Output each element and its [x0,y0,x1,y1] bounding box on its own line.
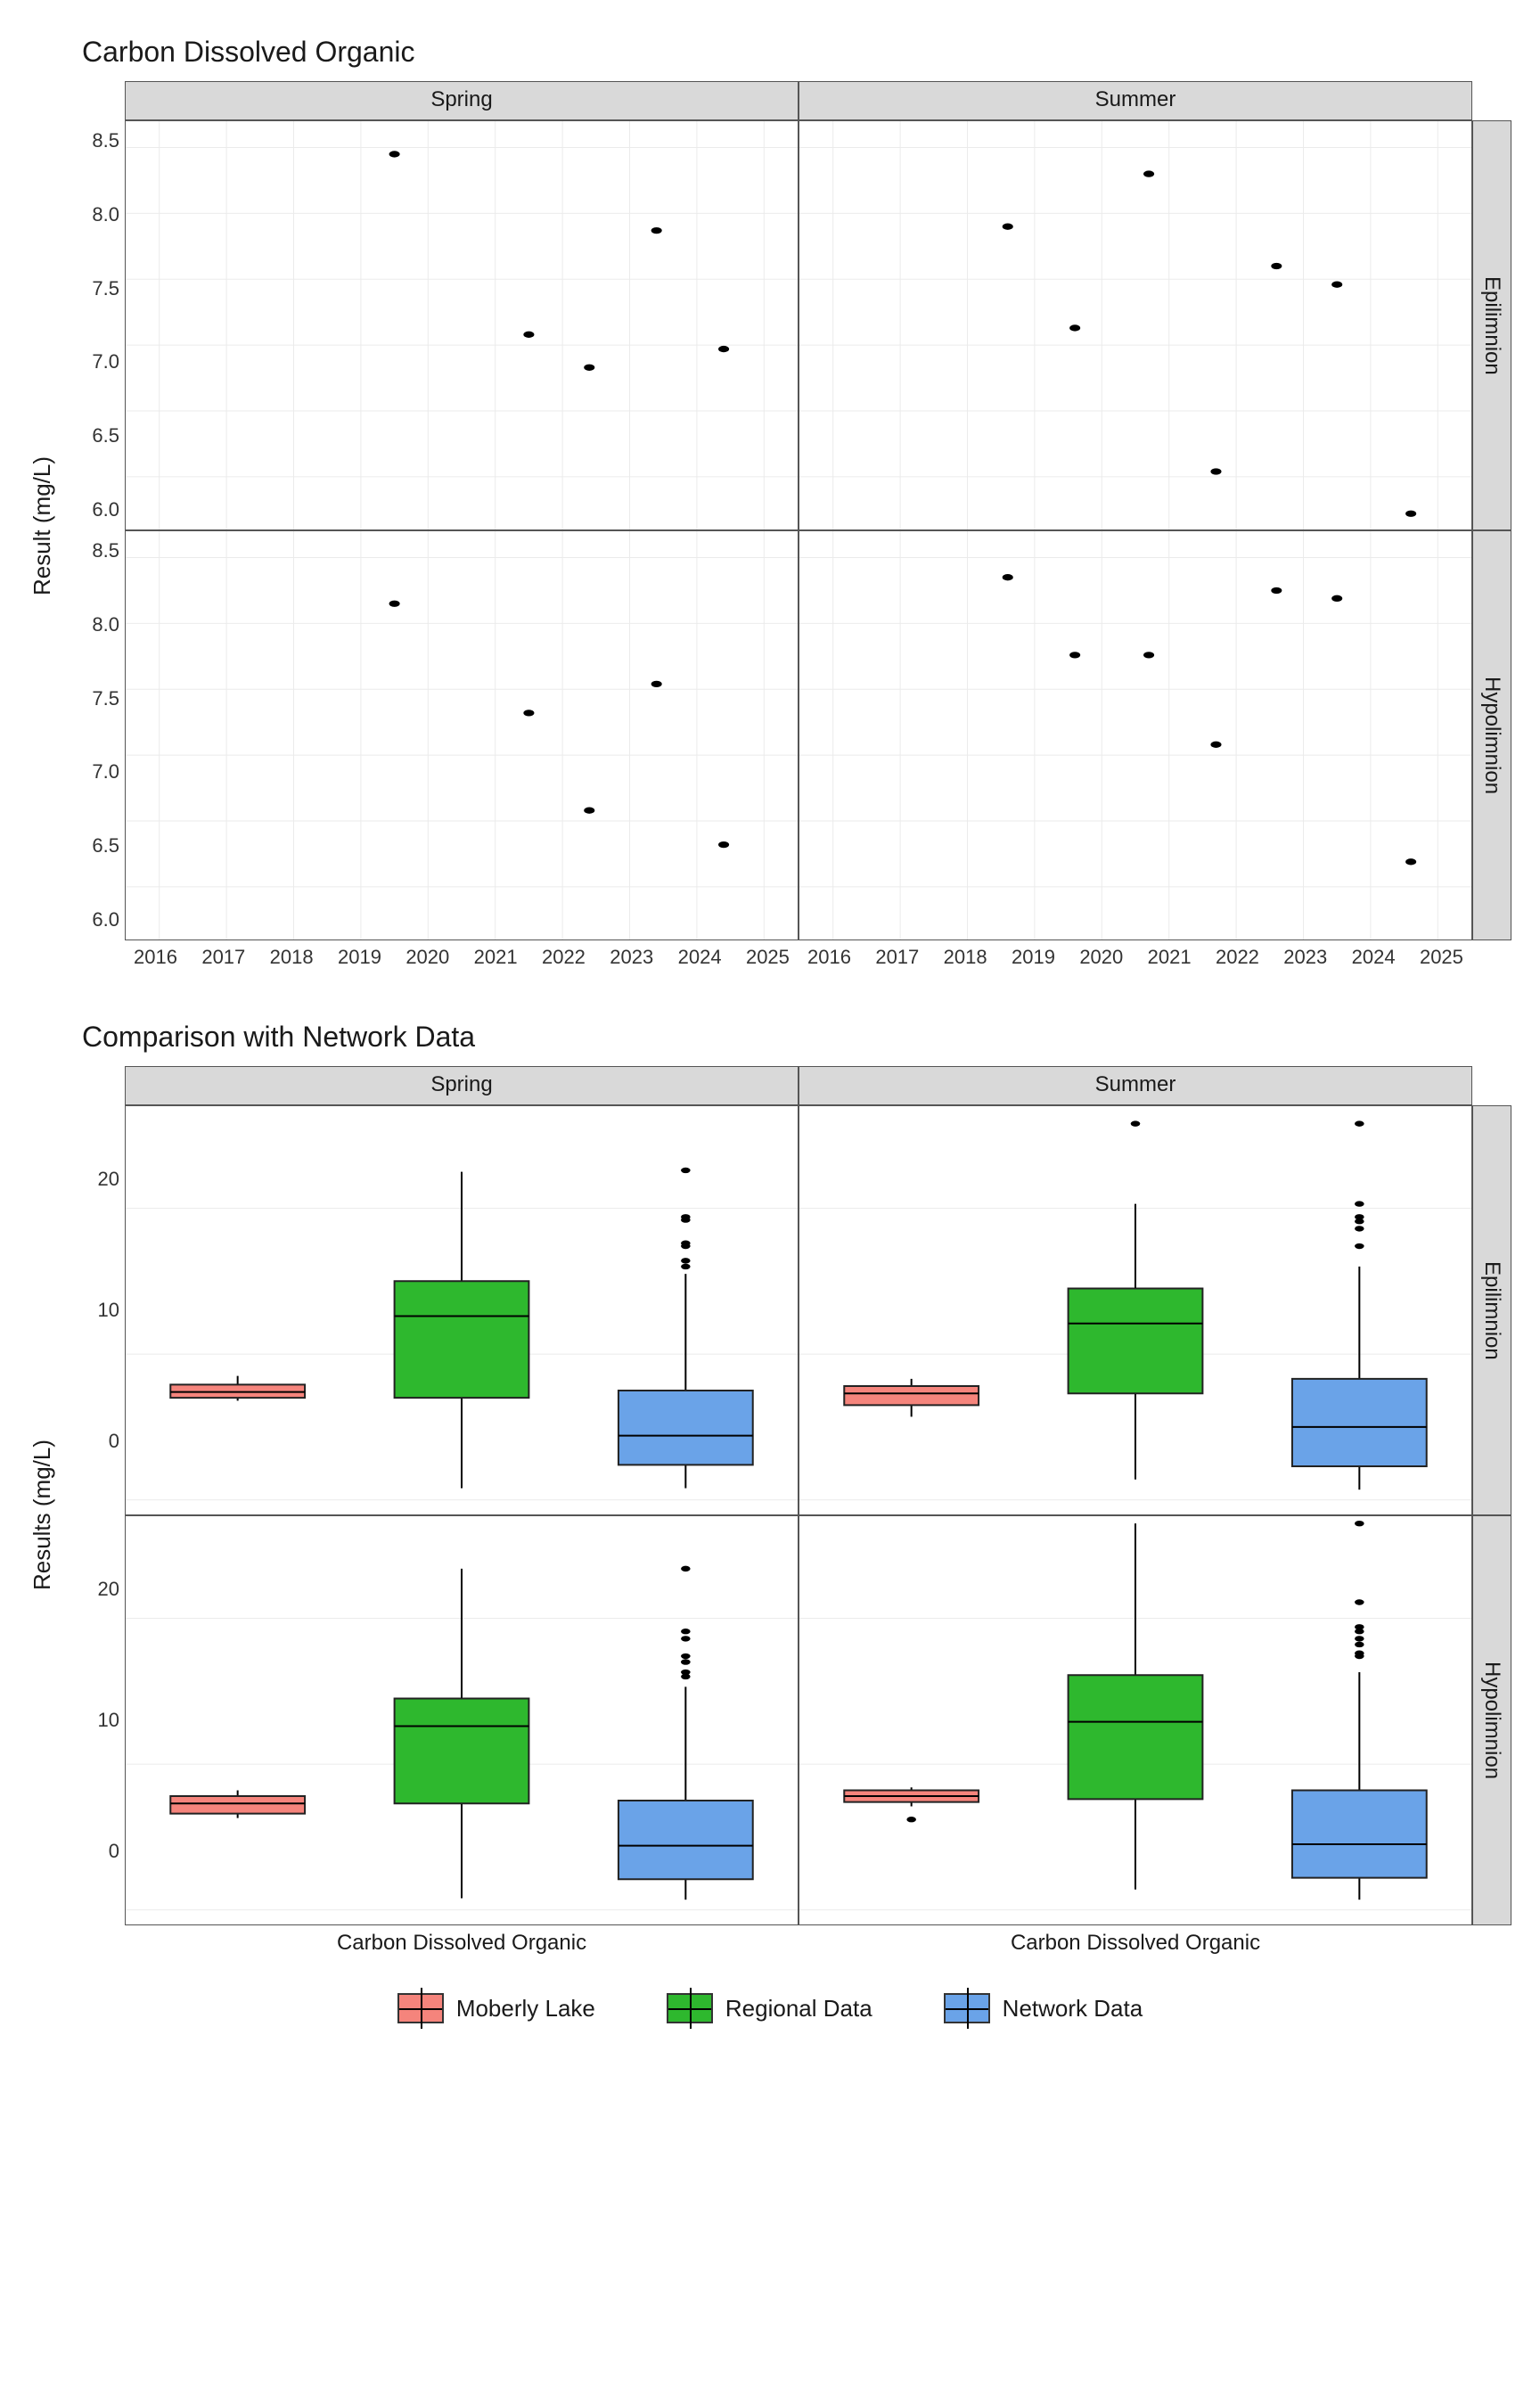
box-panel-spring-hypo [125,1515,799,1925]
scatter-frame: Result (mg/L) Spring Summer 8.5 8.0 7.5 … [29,81,1511,971]
scatter-y-ticks-top: 8.5 8.0 7.5 7.0 6.5 6.0 [71,120,125,530]
legend-network: Network Data [944,1993,1143,2023]
box-panel-spring-epi [125,1105,799,1515]
facet-row-hypo: Hypolimnion [1472,530,1511,940]
facet-row-epi: Epilimnion [1472,120,1511,530]
panel-spring-epi [125,120,799,530]
box-frame: Results (mg/L) Spring Summer 20 10 0 Epi… [29,1066,1511,1965]
scatter-x-ticks-l: 2016201720182019202020212022202320242025 [125,940,799,971]
scatter-title: Carbon Dissolved Organic [82,36,1511,69]
legend-swatch-network [944,1993,990,2023]
legend-swatch-regional [667,1993,713,2023]
scatter-y-axis-label: Result (mg/L) [29,456,56,595]
box-panel-summer-hypo [799,1515,1472,1925]
legend-regional: Regional Data [667,1993,872,2023]
box-row-epi: Epilimnion [1472,1105,1511,1515]
box-chart: Comparison with Network Data Results (mg… [29,1021,1511,2023]
box-col-summer: Summer [799,1066,1472,1105]
facet-col-spring: Spring [125,81,799,120]
panel-summer-hypo [799,530,1472,940]
scatter-chart: Carbon Dissolved Organic Result (mg/L) S… [29,36,1511,971]
scatter-x-ticks-r: 2016201720182019202020212022202320242025 [799,940,1472,971]
box-y-axis-label: Results (mg/L) [29,1440,56,1590]
box-y-ticks-bot: 20 10 0 [71,1515,125,1925]
facet-col-summer: Summer [799,81,1472,120]
box-col-spring: Spring [125,1066,799,1105]
box-x-label-l: Carbon Dissolved Organic [125,1925,799,1965]
box-y-ticks-top: 20 10 0 [71,1105,125,1515]
box-title: Comparison with Network Data [82,1021,1511,1054]
legend: Moberly Lake Regional Data Network Data [29,1993,1511,2023]
panel-spring-hypo [125,530,799,940]
panel-summer-epi [799,120,1472,530]
box-row-hypo: Hypolimnion [1472,1515,1511,1925]
box-x-label-r: Carbon Dissolved Organic [799,1925,1472,1965]
legend-swatch-moberly [397,1993,444,2023]
box-panel-summer-epi [799,1105,1472,1515]
scatter-y-ticks-bot: 8.5 8.0 7.5 7.0 6.5 6.0 [71,530,125,940]
legend-moberly: Moberly Lake [397,1993,595,2023]
